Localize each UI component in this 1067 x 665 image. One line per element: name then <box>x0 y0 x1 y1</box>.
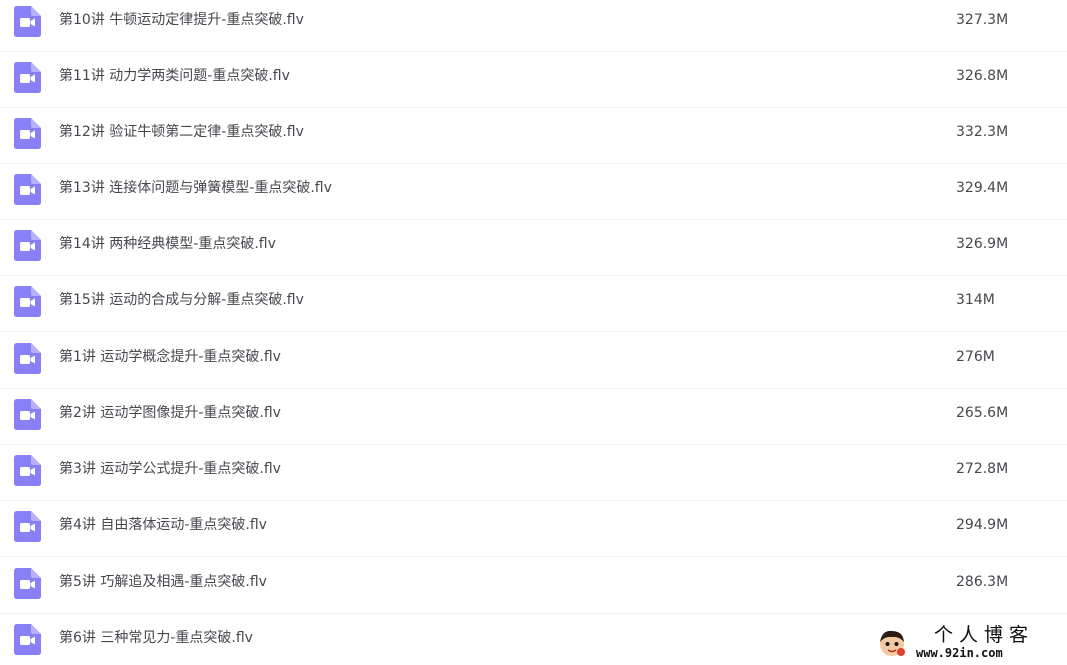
file-size: 326.9M <box>956 236 1009 252</box>
video-file-icon <box>14 343 41 374</box>
file-name[interactable]: 第1讲 运动学概念提升-重点突破.flv <box>59 348 281 366</box>
file-size: 286.3M <box>956 574 1009 590</box>
file-row[interactable]: 第1讲 运动学概念提升-重点突破.flv 276M <box>0 333 1067 389</box>
video-file-icon <box>14 118 41 149</box>
video-file-icon <box>14 174 41 205</box>
file-size: 329.4M <box>956 180 1009 196</box>
file-size: 294.9M <box>956 517 1009 533</box>
video-file-icon <box>14 230 41 261</box>
video-file-icon <box>14 6 41 37</box>
file-row[interactable]: 第5讲 巧解追及相遇-重点突破.flv 286.3M <box>0 558 1067 614</box>
file-row[interactable]: 第12讲 验证牛顿第二定律-重点突破.flv 332.3M <box>0 108 1067 164</box>
file-name[interactable]: 第13讲 连接体问题与弹簧模型-重点突破.flv <box>59 179 332 197</box>
file-size: 276M <box>956 349 995 365</box>
video-file-icon <box>14 511 41 542</box>
file-list: 第10讲 牛顿运动定律提升-重点突破.flv 327.3M 第11讲 动力学两类… <box>0 0 1067 665</box>
file-size: 332.3M <box>956 124 1009 140</box>
file-row[interactable]: 第4讲 自由落体运动-重点突破.flv 294.9M <box>0 501 1067 557</box>
file-name[interactable]: 第2讲 运动学图像提升-重点突破.flv <box>59 404 281 422</box>
cartoon-avatar-icon <box>880 630 905 656</box>
file-row[interactable]: 第2讲 运动学图像提升-重点突破.flv 265.6M <box>0 389 1067 445</box>
watermark: 个人博客 www.92in.com <box>874 624 1064 664</box>
video-file-icon <box>14 399 41 430</box>
file-size: 265.6M <box>956 405 1009 421</box>
file-name[interactable]: 第10讲 牛顿运动定律提升-重点突破.flv <box>59 11 304 29</box>
file-name[interactable]: 第12讲 验证牛顿第二定律-重点突破.flv <box>59 123 304 141</box>
watermark-title: 个人博客 <box>934 624 1035 646</box>
file-name[interactable]: 第14讲 两种经典模型-重点突破.flv <box>59 235 276 253</box>
file-row[interactable]: 第3讲 运动学公式提升-重点突破.flv 272.8M <box>0 445 1067 501</box>
video-file-icon <box>14 455 41 486</box>
file-name[interactable]: 第15讲 运动的合成与分解-重点突破.flv <box>59 291 304 309</box>
file-name[interactable]: 第4讲 自由落体运动-重点突破.flv <box>59 516 267 534</box>
watermark-url: www.92in.com <box>916 646 1003 660</box>
file-row[interactable]: 第11讲 动力学两类问题-重点突破.flv 326.8M <box>0 52 1067 108</box>
file-size: 272.8M <box>956 461 1009 477</box>
video-file-icon <box>14 286 41 317</box>
file-row[interactable]: 第10讲 牛顿运动定律提升-重点突破.flv 327.3M <box>0 0 1067 52</box>
file-row[interactable]: 第13讲 连接体问题与弹簧模型-重点突破.flv 329.4M <box>0 164 1067 220</box>
video-file-icon <box>14 62 41 93</box>
file-size: 314M <box>956 292 995 308</box>
file-row[interactable]: 第14讲 两种经典模型-重点突破.flv 326.9M <box>0 220 1067 276</box>
file-name[interactable]: 第6讲 三种常见力-重点突破.flv <box>59 629 253 647</box>
file-name[interactable]: 第5讲 巧解追及相遇-重点突破.flv <box>59 573 267 591</box>
file-name[interactable]: 第11讲 动力学两类问题-重点突破.flv <box>59 67 290 85</box>
file-size: 326.8M <box>956 68 1009 84</box>
file-size: 327.3M <box>956 12 1009 28</box>
file-name[interactable]: 第3讲 运动学公式提升-重点突破.flv <box>59 460 281 478</box>
video-file-icon <box>14 624 41 655</box>
video-file-icon <box>14 568 41 599</box>
file-row[interactable]: 第15讲 运动的合成与分解-重点突破.flv 314M <box>0 276 1067 332</box>
